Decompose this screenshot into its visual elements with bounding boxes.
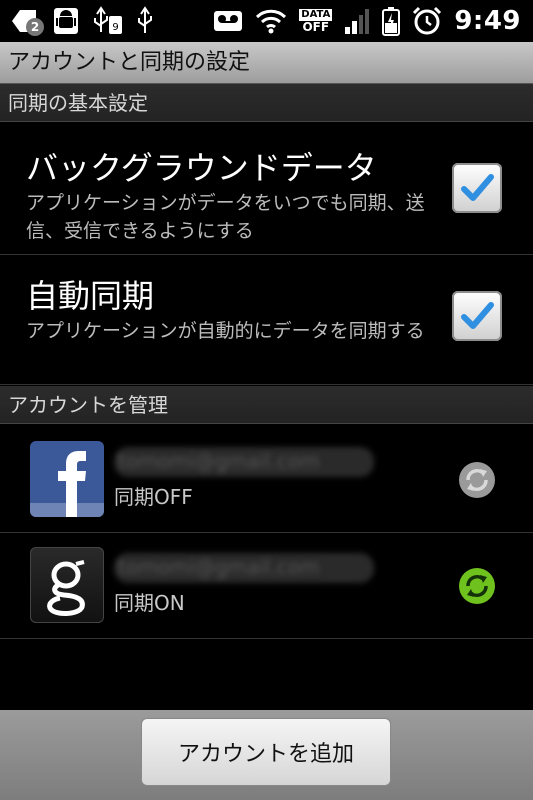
add-account-button[interactable]: アカウントを追加 <box>141 718 391 786</box>
google-logo-icon <box>30 547 104 623</box>
auto-sync-checkbox[interactable] <box>452 291 502 341</box>
background-data-checkbox[interactable] <box>452 163 502 213</box>
usb-sd-icon: 9 <box>92 6 124 36</box>
setting-description: アプリケーションが自動的にデータを同期する <box>26 320 425 342</box>
setting-title: バックグラウンドデータ <box>26 149 377 187</box>
account-email: tomomi@gmail.com <box>118 555 320 579</box>
data-state: OFF <box>302 20 330 34</box>
usb-icon <box>136 6 154 36</box>
setting-title: 自動同期 <box>26 277 155 315</box>
sync-off-icon <box>458 461 496 499</box>
account-row-google[interactable]: tomomi@gmail.com 同期ON <box>0 533 533 639</box>
android-debug-icon <box>52 6 80 36</box>
svg-text:9: 9 <box>112 22 118 33</box>
facebook-logo-icon <box>30 441 104 517</box>
notification-count-badge: 2 <box>26 18 44 36</box>
section-header-sync-settings: 同期の基本設定 <box>0 84 533 122</box>
data-off-icon: DATA OFF <box>299 9 333 34</box>
alarm-icon <box>412 6 442 36</box>
battery-icon <box>382 6 401 36</box>
voicemail-icon <box>213 9 243 33</box>
setting-row-background-data[interactable]: バックグラウンドデータ アプリケーションがデータをいつでも同期、送信、受信できる… <box>0 123 533 255</box>
status-bar: 2 9 DATA OFF 9:49 <box>0 0 533 42</box>
setting-description: アプリケーションがデータをいつでも同期、送信、受信できるようにする <box>26 192 425 242</box>
account-row-facebook[interactable]: tomomi@gmail.com 同期OFF <box>0 427 533 533</box>
status-bar-left: 2 9 <box>10 6 154 36</box>
status-bar-right: DATA OFF 9:49 <box>213 4 521 38</box>
bottom-action-bar: アカウントを追加 <box>0 710 533 800</box>
section-header-manage-accounts: アカウントを管理 <box>0 386 533 424</box>
checkmark-icon <box>461 302 494 329</box>
account-sync-status: 同期OFF <box>114 485 193 509</box>
wifi-icon <box>255 8 287 34</box>
setting-row-auto-sync[interactable]: 自動同期 アプリケーションが自動的にデータを同期する <box>0 255 533 385</box>
page-title: アカウントと同期の設定 <box>0 42 533 84</box>
clock-time: 9:49 <box>454 6 521 36</box>
checkmark-icon <box>461 174 494 201</box>
mail-notification-icon: 2 <box>10 6 44 36</box>
sync-on-icon <box>458 567 496 605</box>
account-email: tomomi@gmail.com <box>118 449 320 473</box>
account-sync-status: 同期ON <box>114 591 185 615</box>
signal-icon <box>344 7 370 35</box>
